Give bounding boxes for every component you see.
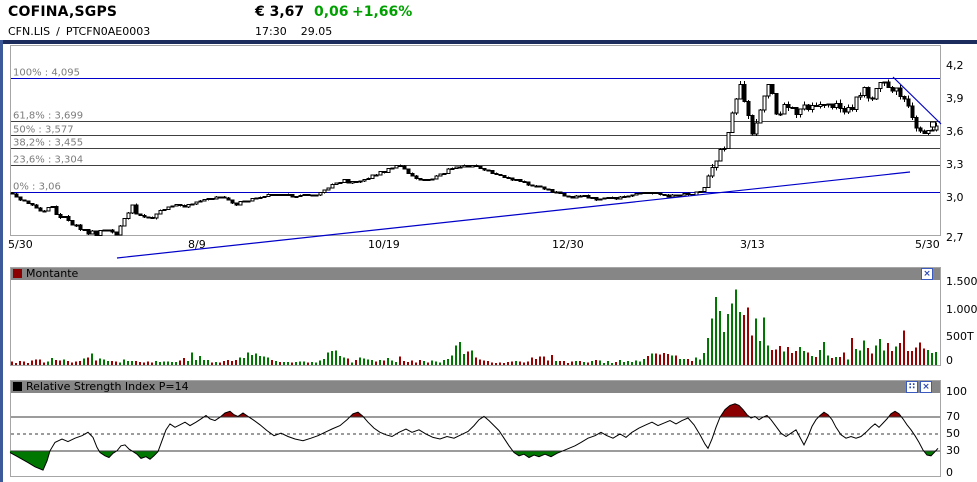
rsi-panel-title: Relative Strength Index P=14	[26, 380, 189, 393]
fib-level-label: 38,2% : 3,455	[13, 138, 83, 149]
rsi-axis-tick: 30	[946, 444, 960, 457]
volume-panel-header: Montante	[11, 268, 940, 280]
rsi-chart-canvas[interactable]	[0, 378, 977, 482]
chart-window: COFINA,SGPS CFN.LIS / PTCFN0AE0003 € 3,67 …	[0, 0, 977, 482]
close-icon: ×	[922, 382, 930, 392]
rsi-properties-button[interactable]: ∷	[906, 381, 918, 393]
price-axis-tick: 4,2	[946, 59, 964, 72]
volume-axis-tick: 0	[946, 354, 953, 367]
volume-panel-title: Montante	[26, 267, 79, 280]
date-axis-tick: 10/19	[368, 238, 400, 251]
price-chart-canvas[interactable]: 100% : 4,095 61,8% : 3,699 50% : 3,577 38,2…	[0, 0, 977, 262]
volume-legend-icon	[13, 269, 22, 278]
date-axis-tick: 8/9	[188, 238, 206, 251]
fib-level-label: 61,8% : 3,699	[13, 111, 83, 122]
rsi-close-button[interactable]: ×	[920, 381, 932, 393]
price-axis-tick: 2,7	[946, 231, 964, 244]
price-axis-tick: 3,3	[946, 158, 964, 171]
price-axis-tick: 3,0	[946, 191, 964, 204]
volume-close-button[interactable]: ×	[921, 268, 933, 280]
date-axis-tick: 3/13	[740, 238, 765, 251]
rsi-axis-tick: 0	[946, 466, 953, 479]
rsi-axis-tick: 70	[946, 410, 960, 423]
close-icon: ×	[923, 269, 931, 279]
date-axis-tick: 5/30	[8, 238, 33, 251]
rsi-axis-tick: 50	[946, 427, 960, 440]
fib-level-label: 23,6% : 3,304	[13, 155, 83, 166]
volume-axis-tick: 500T	[946, 330, 974, 343]
rsi-legend-icon	[13, 382, 22, 391]
fib-level-label: 0% : 3,06	[13, 182, 61, 193]
price-axis-tick: 3,9	[946, 92, 964, 105]
fib-level-label: 100% : 4,095	[13, 68, 80, 79]
volume-axis-tick: 1.500T	[946, 275, 977, 288]
rsi-panel-header: Relative Strength Index P=14	[11, 381, 940, 393]
rsi-axis-tick: 100	[946, 385, 967, 398]
date-axis-tick: 5/30	[915, 238, 940, 251]
volume-axis-tick: 1.000T	[946, 303, 977, 316]
date-axis-tick: 12/30	[552, 238, 584, 251]
grid-icon: ∷	[908, 382, 916, 392]
price-axis-tick: 3,6	[946, 125, 964, 138]
fib-level-label: 50% : 3,577	[13, 125, 74, 136]
